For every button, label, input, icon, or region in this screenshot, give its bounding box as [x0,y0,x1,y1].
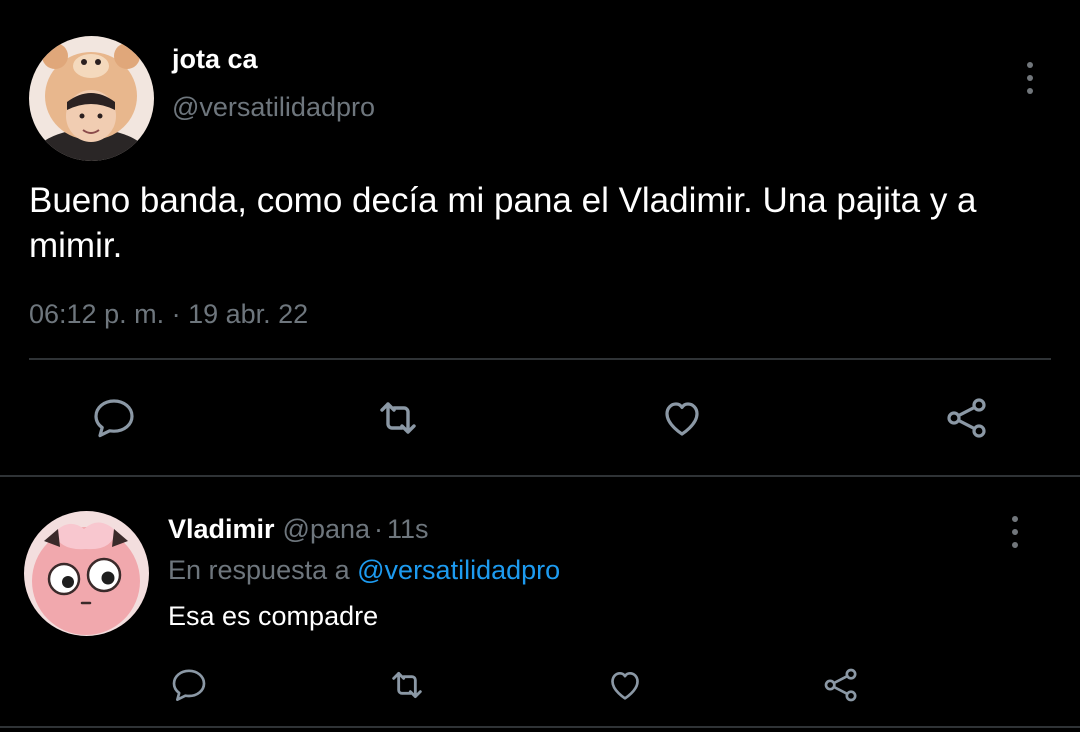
reply-icon [172,669,206,701]
reply-time[interactable]: 11s [387,514,429,544]
more-options-icon[interactable] [1001,512,1029,552]
like-button[interactable] [603,663,647,707]
reply-button[interactable] [89,393,139,443]
retweet-icon [380,402,416,434]
reply-text: Esa es compadre [168,601,379,631]
share-button[interactable] [819,663,863,707]
display-name[interactable]: jota ca [172,44,258,75]
retweet-button[interactable] [373,393,423,443]
reply-header: Vladimir @pana · 11s [168,514,429,545]
like-icon [665,402,699,436]
share-icon [824,668,857,702]
tweet-timestamp[interactable]: 06:12 p. m. · 19 abr. 22 [29,299,308,330]
mention-link[interactable]: @versatilidadpro [357,555,560,585]
like-icon [611,672,639,700]
share-button[interactable] [942,393,992,443]
reply-icon [94,399,134,438]
share-icon [947,398,986,438]
tweet-text: Bueno banda, como decía mi pana el Vladi… [29,181,977,265]
more-options-icon[interactable] [1016,58,1044,98]
avatar[interactable] [24,511,149,636]
divider [0,726,1080,728]
like-button[interactable] [657,393,707,443]
in-reply-to: En respuesta a @versatilidadpro [168,555,560,586]
divider [0,475,1080,477]
user-handle[interactable]: @pana [283,514,370,544]
separator: · [374,514,384,544]
retweet-icon [392,671,422,699]
user-handle[interactable]: @versatilidadpro [172,92,375,123]
avatar-image-icon [24,511,149,636]
tweet-thread-page: jota ca @versatilidadpro Bueno banda, co… [0,0,1080,732]
avatar[interactable] [29,36,154,161]
in-reply-to-label: En respuesta a [168,555,350,585]
retweet-button[interactable] [385,663,429,707]
reply-button[interactable] [167,663,211,707]
display-name[interactable]: Vladimir [168,514,275,544]
main-tweet: jota ca @versatilidadpro Bueno banda, co… [0,0,1080,477]
avatar-image-icon [29,36,154,161]
divider [29,358,1051,360]
